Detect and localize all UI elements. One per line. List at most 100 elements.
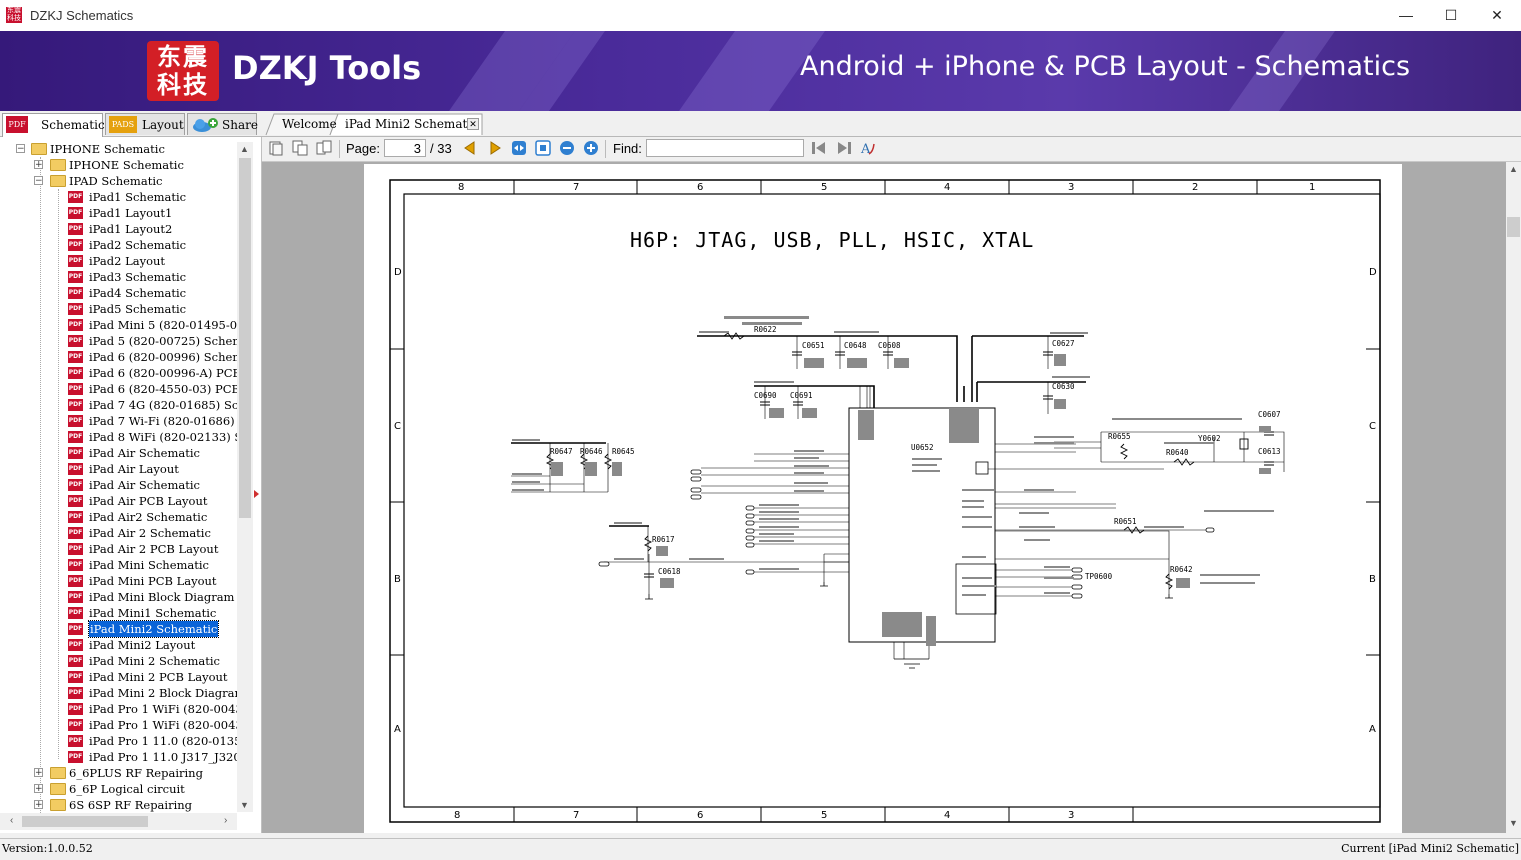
- refdes-label: R0647: [550, 447, 573, 456]
- pdf-file-icon: PDF: [68, 319, 83, 331]
- fit-width-icon[interactable]: [511, 140, 527, 156]
- column-label-top: 3: [1068, 182, 1074, 193]
- tree-item-label: iPad Air Schematic: [89, 478, 200, 492]
- find-input[interactable]: [646, 139, 804, 157]
- tree-item-label: iPad Mini2 Layout: [89, 638, 196, 652]
- refdes-label: R0645: [612, 447, 635, 456]
- expand-icon[interactable]: +: [34, 800, 43, 810]
- pdf-file-icon: PDF: [68, 639, 83, 651]
- tree-item-label: iPad Pro 1 11.0 (820-0135: [89, 734, 242, 748]
- pdf-file-icon: PDF: [68, 207, 83, 219]
- next-page-icon[interactable]: [487, 140, 503, 156]
- tab-schematic[interactable]: PDF Schematic: [2, 113, 105, 137]
- open-file-icon[interactable]: [268, 140, 284, 156]
- tree-item-label: iPad Mini Block Diagram: [89, 590, 235, 604]
- pdf-file-icon: PDF: [68, 687, 83, 699]
- copy-icon[interactable]: [292, 140, 308, 156]
- row-label: D: [1369, 267, 1377, 278]
- tree-item-label: iPad Mini2 Schematic: [87, 620, 220, 638]
- pages-icon[interactable]: [316, 140, 332, 156]
- tree-item-label: iPad 7 Wi-Fi (820-01686): [89, 414, 235, 428]
- tab-close-icon[interactable]: ✕: [467, 118, 479, 130]
- schematic-title: H6P: JTAG, USB, PLL, HSIC, XTAL: [630, 228, 1034, 252]
- find-next-icon[interactable]: [836, 140, 852, 156]
- expand-icon[interactable]: +: [34, 768, 43, 778]
- column-label-top: 1: [1309, 182, 1315, 193]
- maximize-button[interactable]: ☐: [1428, 0, 1474, 31]
- tab-bar: PDF Schematic PADS Layout Share Welcome …: [0, 111, 1521, 137]
- scroll-thumb[interactable]: [239, 158, 251, 518]
- splitter-arrow-icon[interactable]: [254, 490, 259, 498]
- close-button[interactable]: ✕: [1474, 0, 1520, 31]
- refdes-label: C0691: [790, 391, 813, 400]
- scroll-thumb[interactable]: [1507, 217, 1520, 237]
- column-label-top: 2: [1192, 182, 1198, 193]
- tree-vertical-scrollbar[interactable]: ▲ ▼: [237, 142, 253, 812]
- pdf-file-icon: PDF: [68, 655, 83, 667]
- expand-icon[interactable]: +: [34, 160, 43, 170]
- tree-item-label: IPHONE Schematic: [69, 158, 184, 172]
- pdf-file-icon: PDF: [68, 703, 83, 715]
- folder-icon: [50, 159, 66, 171]
- tree-item-label: iPad1 Schematic: [89, 190, 187, 204]
- row-label: A: [1369, 724, 1376, 735]
- tree-horizontal-scrollbar[interactable]: ‹ ›: [0, 813, 237, 830]
- scroll-thumb[interactable]: [22, 816, 148, 827]
- pdf-file-icon: PDF: [68, 719, 83, 731]
- viewer-vertical-scrollbar[interactable]: ▲ ▼: [1506, 162, 1521, 833]
- schematic-drawing: 8 7 6 5 4 3 2 1 8 7 6 5 4 3 D C B A D C: [389, 179, 1381, 823]
- refdes-label: C0618: [658, 567, 681, 576]
- folder-icon: [31, 143, 47, 155]
- pdf-file-icon: PDF: [68, 399, 83, 411]
- pdf-file-icon: PDF: [68, 383, 83, 395]
- tab-share[interactable]: Share: [187, 113, 258, 135]
- tree-item-label: iPad 7 4G (820-01685) Sch: [89, 398, 246, 412]
- fit-page-icon[interactable]: [535, 140, 551, 156]
- page-number-input[interactable]: 3: [384, 139, 426, 157]
- row-label: B: [394, 574, 401, 585]
- tree-item-label: iPad 6 (820-00996-A) PCB: [89, 366, 241, 380]
- tree-item-label: iPad 5 (820-00725) Schema: [89, 334, 251, 348]
- tree-item-label: iPad Mini PCB Layout: [89, 574, 217, 588]
- tree-item-label: iPad Air Layout: [89, 462, 179, 476]
- minimize-button[interactable]: —: [1383, 0, 1429, 31]
- pdf-file-icon: PDF: [68, 527, 83, 539]
- pdf-file-icon: PDF: [68, 447, 83, 459]
- title-bar: 东震 科技 DZKJ Schematics — ☐ ✕: [0, 0, 1521, 31]
- pdf-file-icon: PDF: [68, 191, 83, 203]
- pdf-file-icon: PDF: [68, 671, 83, 683]
- match-case-icon[interactable]: A: [860, 140, 876, 156]
- refdes-label: C0608: [878, 341, 901, 350]
- tree-item-label: iPad 6 (820-00996) Schema: [89, 350, 251, 364]
- column-label-bottom: 6: [697, 810, 703, 821]
- tree-item-label: iPad 8 WiFi (820-02133) S: [89, 430, 243, 444]
- tree-item-label: 6_6P Logical circuit: [69, 782, 185, 796]
- collapse-icon[interactable]: −: [16, 144, 25, 154]
- refdes-label: Y0602: [1198, 434, 1221, 443]
- find-previous-icon[interactable]: [811, 140, 827, 156]
- header-banner: 东震 科技 DZKJ Tools Android + iPhone & PCB …: [0, 31, 1521, 111]
- tab-welcome[interactable]: Welcome: [282, 117, 337, 131]
- find-label: Find:: [613, 141, 642, 156]
- collapse-icon[interactable]: −: [34, 176, 43, 186]
- column-label-top: 6: [697, 182, 703, 193]
- tree-item-label: iPad Pro 1 WiFi (820-0043: [89, 718, 243, 732]
- document-viewer[interactable]: 8 7 6 5 4 3 2 1 8 7 6 5 4 3 D C B A D C: [262, 162, 1506, 833]
- zoom-out-icon[interactable]: [559, 140, 575, 156]
- pdf-file-icon: PDF: [68, 623, 83, 635]
- tree-item-label: iPad Air Schematic: [89, 446, 200, 460]
- tree-item-label: IPAD Schematic: [69, 174, 163, 188]
- previous-page-icon[interactable]: [462, 140, 478, 156]
- tab-ipad-mini2-schematic[interactable]: iPad Mini2 Schematic: [345, 117, 478, 131]
- tab-layout[interactable]: PADS Layout: [105, 113, 185, 135]
- folder-icon: [50, 175, 66, 187]
- pdf-file-icon: PDF: [68, 239, 83, 251]
- cloud-share-icon: [191, 116, 219, 133]
- tree-item-label: iPad Pro 1 11.0 J317_J320: [89, 750, 241, 764]
- pdf-file-icon: PDF: [68, 735, 83, 747]
- refdes-label: C0607: [1258, 410, 1281, 419]
- expand-icon[interactable]: +: [34, 784, 43, 794]
- brand-tagline: Android + iPhone & PCB Layout - Schemati…: [800, 51, 1411, 82]
- zoom-in-icon[interactable]: [583, 140, 599, 156]
- pdf-file-icon: PDF: [68, 495, 83, 507]
